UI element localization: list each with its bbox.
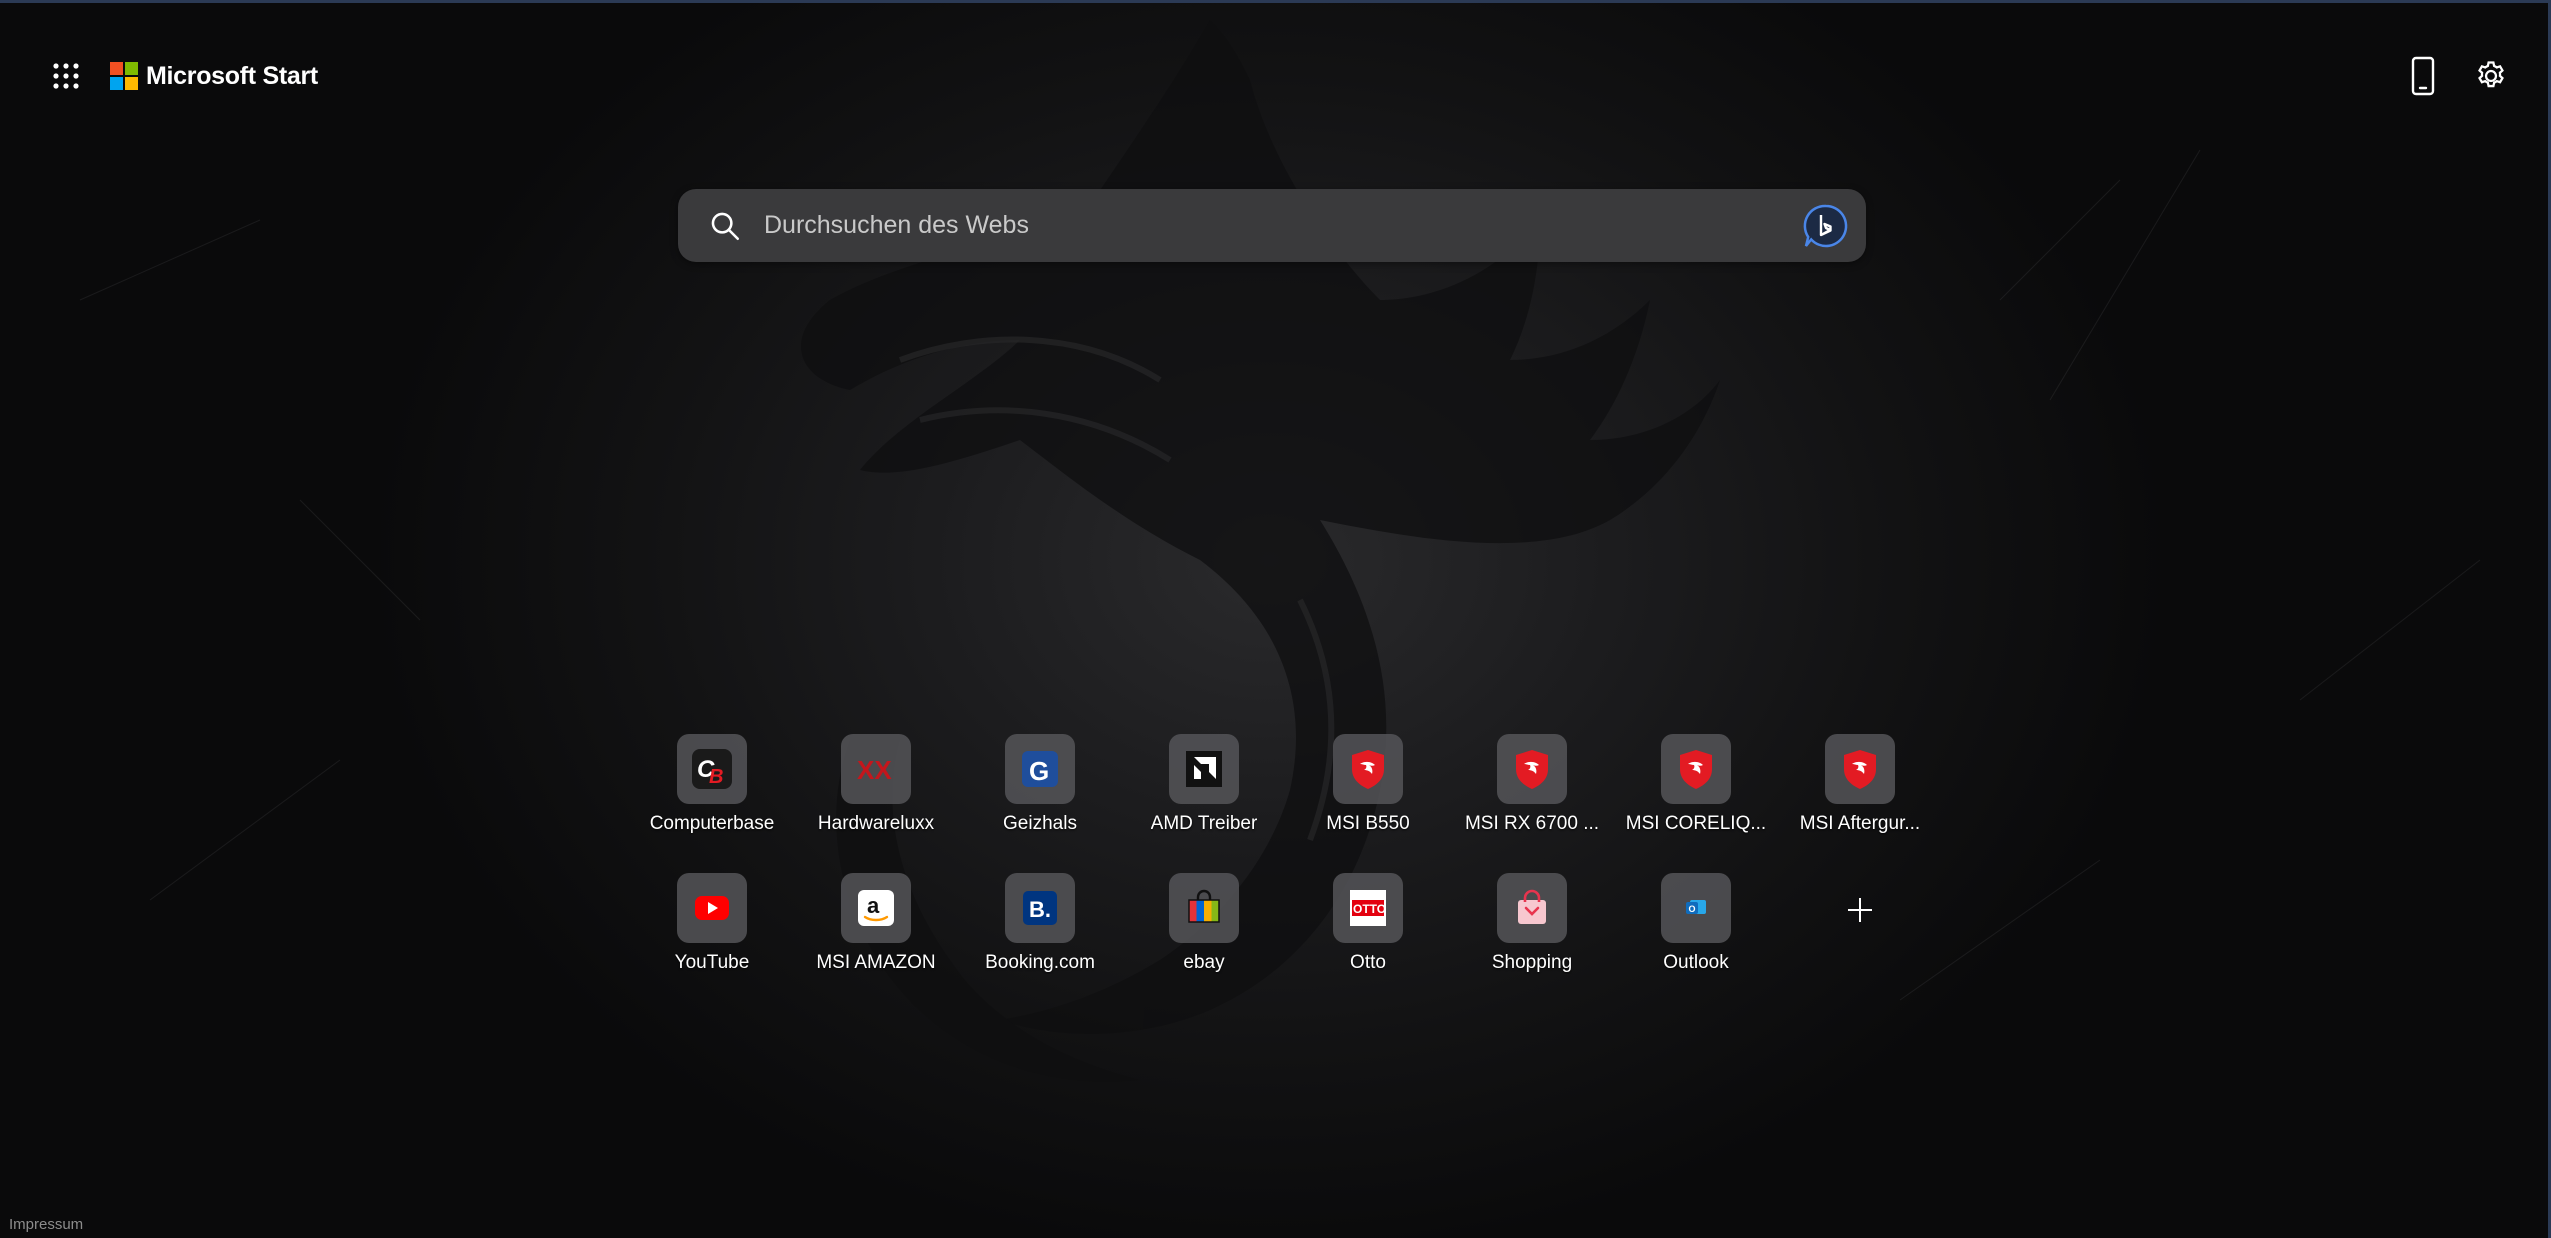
outlook-icon: O xyxy=(1686,900,1706,914)
youtube-icon xyxy=(695,896,729,920)
tile-label: AMD Treiber xyxy=(1150,813,1258,834)
quick-link-tile[interactable]: MSI Aftergur... xyxy=(1778,734,1942,873)
quick-link-tile[interactable]: AMD Treiber xyxy=(1122,734,1286,873)
quick-link-tile[interactable]: MSI RX 6700 ... xyxy=(1450,734,1614,873)
dragon-wallpaper xyxy=(79,20,2481,1082)
gear-icon xyxy=(2478,61,2504,88)
tile-label: Computerbase xyxy=(649,813,775,834)
search-input[interactable] xyxy=(762,194,1800,257)
ebay-bag-icon xyxy=(1188,889,1220,923)
tile-label: ebay xyxy=(1183,952,1225,973)
tile-label: MSI B550 xyxy=(1326,813,1410,834)
tile-label: YouTube xyxy=(674,952,750,973)
impressum-link[interactable]: Impressum xyxy=(9,1216,83,1233)
quick-link-tile[interactable]: YouTube xyxy=(630,873,794,1012)
shopping-bag-icon xyxy=(1518,889,1546,924)
quick-link-tile[interactable]: G Geizhals xyxy=(958,734,1122,873)
app-launcher-grid-icon xyxy=(53,63,79,89)
new-tab-page: Microsoft Start Durchsuchen des Webs C B… xyxy=(0,0,2551,1238)
quick-link-tile[interactable]: B. Booking.com xyxy=(958,873,1122,1012)
quick-link-tile[interactable]: C B Computerbase xyxy=(630,734,794,873)
msi-dragon-icon xyxy=(1680,750,1712,789)
tile-icon-box xyxy=(1497,873,1567,943)
quick-link-tile[interactable]: MSI B550 xyxy=(1286,734,1450,873)
bing-chat-button[interactable] xyxy=(1800,200,1852,252)
quick-link-tile[interactable]: OTTO Otto xyxy=(1286,873,1450,1012)
add-quick-link-button[interactable] xyxy=(1778,873,1942,1012)
tile-label: MSI CORELIQ... xyxy=(1625,813,1767,834)
tile-label: Outlook xyxy=(1663,952,1729,973)
tile-icon-box xyxy=(1169,734,1239,804)
header-actions xyxy=(2403,54,2511,98)
tile-icon-box: G xyxy=(1005,734,1075,804)
microsoft-start-brand[interactable]: Microsoft Start xyxy=(110,58,318,94)
app-launcher-button[interactable] xyxy=(46,56,86,96)
tile-icon-box: B. xyxy=(1005,873,1075,943)
brand-name: Microsoft Start xyxy=(146,61,318,90)
svg-text:XX: XX xyxy=(857,755,892,785)
microsoft-logo-icon xyxy=(110,62,138,90)
tile-icon-box: a xyxy=(841,873,911,943)
tile-icon-box xyxy=(1169,873,1239,943)
tile-icon-box xyxy=(1497,734,1567,804)
quick-link-tile[interactable]: MSI CORELIQ... xyxy=(1614,734,1778,873)
tile-label: Shopping xyxy=(1491,952,1573,973)
geizhals-icon: G xyxy=(1022,751,1058,787)
tile-label: MSI Aftergur... xyxy=(1799,813,1921,834)
svg-text:B: B xyxy=(709,766,723,788)
otto-icon: OTTO xyxy=(1350,890,1386,926)
tile-icon-box xyxy=(1661,734,1731,804)
quick-links-grid: C B Computerbase XX Hardwareluxx G Geizh… xyxy=(630,734,1942,1012)
quick-link-tile[interactable]: O Outlook xyxy=(1614,873,1778,1012)
svg-text:a: a xyxy=(867,893,880,918)
msi-dragon-icon xyxy=(1352,750,1384,789)
amd-icon xyxy=(1186,751,1222,787)
tile-icon-box: O xyxy=(1661,873,1731,943)
svg-text:O: O xyxy=(1689,904,1696,914)
computerbase-icon: C B xyxy=(692,749,732,789)
svg-text:B.: B. xyxy=(1029,897,1051,922)
mobile-phone-icon xyxy=(2411,56,2435,96)
tile-icon-box: XX xyxy=(841,734,911,804)
hardwareluxx-icon: XX xyxy=(857,755,892,785)
booking-icon: B. xyxy=(1023,891,1057,925)
plus-icon xyxy=(1848,898,1872,922)
web-search-box[interactable] xyxy=(678,189,1866,262)
bing-chat-icon xyxy=(1803,204,1848,247)
quick-link-tile[interactable]: XX Hardwareluxx xyxy=(794,734,958,873)
tile-label: Geizhals xyxy=(1003,813,1077,834)
settings-button[interactable] xyxy=(2471,54,2511,98)
tile-icon-box: OTTO xyxy=(1333,873,1403,943)
mobile-app-button[interactable] xyxy=(2403,54,2443,98)
tile-label: Hardwareluxx xyxy=(817,813,935,834)
quick-link-tile[interactable]: Shopping xyxy=(1450,873,1614,1012)
search-icon xyxy=(711,212,740,240)
svg-text:OTTO: OTTO xyxy=(1353,902,1386,916)
tile-label: MSI RX 6700 ... xyxy=(1464,813,1600,834)
quick-link-tile[interactable]: ebay xyxy=(1122,873,1286,1012)
tile-label: MSI AMAZON xyxy=(816,952,936,973)
tile-label: Booking.com xyxy=(985,952,1095,973)
quick-link-tile[interactable]: a MSI AMAZON xyxy=(794,873,958,1012)
amazon-icon: a xyxy=(858,890,894,926)
tile-icon-box: C B xyxy=(677,734,747,804)
tile-label: Otto xyxy=(1350,952,1386,973)
msi-dragon-icon xyxy=(1516,750,1548,789)
tile-icon-box xyxy=(677,873,747,943)
msi-dragon-icon xyxy=(1844,750,1876,789)
svg-text:G: G xyxy=(1029,756,1049,786)
tile-icon-box xyxy=(1333,734,1403,804)
tile-icon-box xyxy=(1825,734,1895,804)
